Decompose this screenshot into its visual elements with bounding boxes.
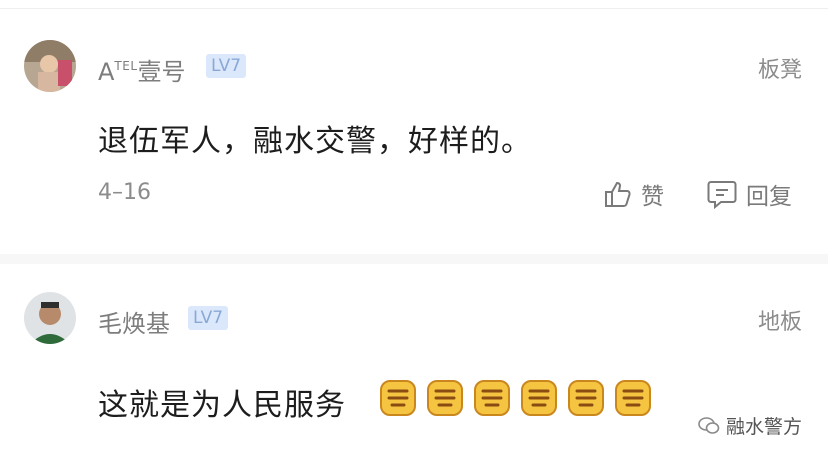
like-label: 赞 — [641, 184, 664, 210]
like-button[interactable]: 赞 — [603, 177, 664, 211]
zan-emoji — [472, 378, 512, 418]
zan-emoji — [566, 378, 606, 418]
comment-text: 这就是为人民服务 — [98, 388, 346, 423]
wechat-watermark: 融水警方 — [698, 412, 802, 439]
level-badge: LV7 — [188, 306, 229, 330]
zan-emoji — [425, 378, 465, 418]
emoji-row — [378, 378, 653, 418]
zan-emoji — [378, 378, 418, 418]
username[interactable]: 毛焕基 — [98, 304, 170, 339]
wechat-icon — [698, 416, 720, 434]
zan-emoji — [613, 378, 653, 418]
section-divider — [0, 254, 828, 264]
username[interactable]: ATEL壹号 — [98, 52, 186, 87]
avatar[interactable] — [24, 292, 76, 344]
top-divider — [0, 8, 828, 9]
floor-label: 地板 — [757, 310, 802, 335]
comment-icon — [707, 181, 737, 209]
comment-item: ATEL壹号 LV7 板凳 退伍军人，融水交警，好样的。 4–16 赞 回复 — [0, 40, 828, 240]
floor-label: 板凳 — [757, 58, 802, 83]
avatar[interactable] — [24, 40, 76, 92]
comment-date: 4–16 — [98, 180, 151, 205]
watermark-label: 融水警方 — [725, 416, 802, 438]
reply-label: 回复 — [746, 184, 792, 210]
reply-button[interactable]: 回复 — [706, 177, 792, 211]
comment-text: 退伍军人，融水交警，好样的。 — [98, 124, 532, 159]
thumbs-up-icon — [605, 181, 631, 207]
zan-emoji — [519, 378, 559, 418]
level-badge: LV7 — [206, 54, 247, 78]
